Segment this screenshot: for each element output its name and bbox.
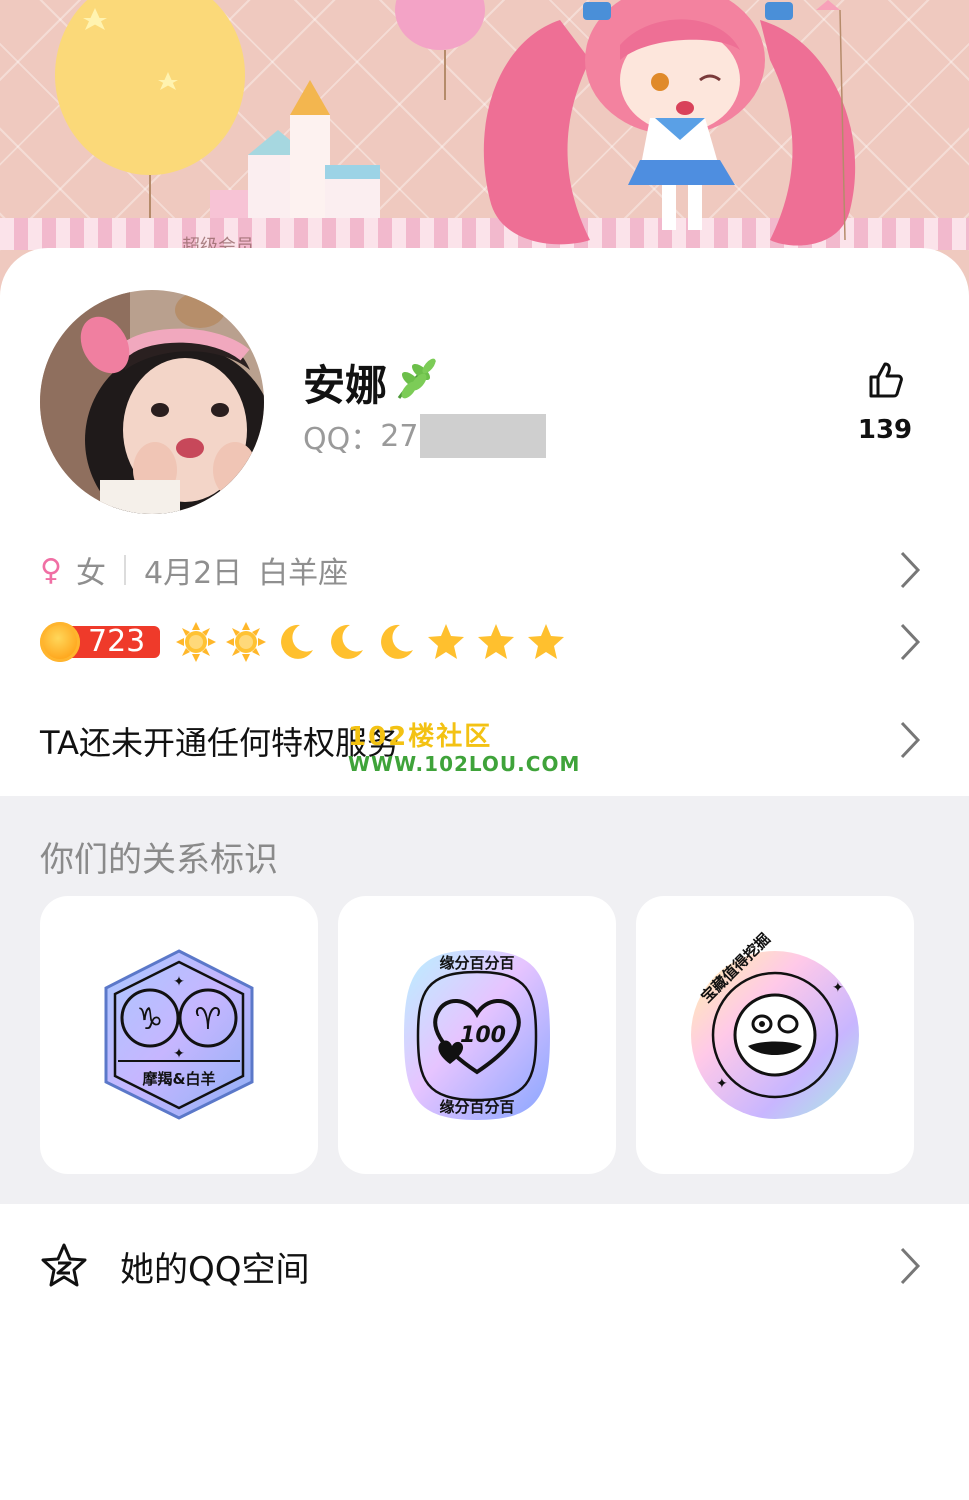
level-number: 723 (88, 624, 146, 659)
chevron-right-icon[interactable] (899, 622, 921, 662)
svg-text:✦: ✦ (173, 1046, 185, 1062)
svg-text:♈: ♈ (195, 1002, 222, 1037)
privilege-row[interactable]: TA还未开通任何特权服务 (40, 718, 399, 764)
divider (123, 555, 126, 585)
relation-badge-card[interactable]: ✦ ✦ 宝藏值得挖掘 (636, 896, 914, 1174)
avatar-photo (40, 290, 264, 514)
relation-badge-card[interactable]: 100 缘分百分百 缘分百分百 (338, 896, 616, 1174)
chevron-right-icon[interactable] (899, 720, 921, 760)
watermark: 102楼社区 WWW.102LOU.COM (348, 724, 580, 774)
svg-text:♑: ♑ (137, 1002, 164, 1037)
level-badge: 723 (40, 622, 160, 662)
qzone-star-icon (41, 1243, 87, 1287)
zodiac-badge-icon: ♑ ♈ ✦ ✦ (104, 949, 254, 1120)
sun-icon (226, 622, 266, 662)
level-icons (176, 622, 566, 662)
watermark-line2: WWW.102LOU.COM (348, 752, 581, 776)
like-button[interactable] (860, 360, 910, 404)
thumbs-up-icon (869, 362, 903, 398)
watermark-line1: 102楼社区 (348, 722, 493, 752)
qq-level-row[interactable]: 723 (40, 618, 566, 666)
svg-text:✦: ✦ (173, 974, 185, 990)
svg-text:100: 100 (460, 1023, 506, 1048)
svg-text:✦: ✦ (832, 980, 844, 996)
moon-icon (381, 624, 413, 659)
gender-text: 女 (75, 556, 106, 591)
profile-name: 安娜 (303, 352, 439, 413)
qq-number: QQ： 27 (303, 414, 547, 458)
moon-icon (331, 624, 363, 659)
leaf-icon (391, 354, 439, 412)
like-count: 139 (857, 415, 913, 445)
nickname: 安娜 (303, 361, 388, 410)
qq-label: QQ： (303, 422, 381, 457)
chevron-right-icon[interactable] (899, 550, 921, 590)
badge-label-top: 缘分百分百 (439, 954, 515, 972)
star-icon (478, 624, 514, 659)
qzone-row[interactable]: 她的QQ空间 (40, 1240, 310, 1292)
relation-badge-card[interactable]: ♑ ♈ ✦ ✦ 摩羯&白羊 (40, 896, 318, 1174)
treasure-badge-icon: ✦ ✦ (691, 951, 859, 1119)
qq-number-visible: 27 (380, 418, 419, 454)
relation-title: 你们的关系标识 (40, 840, 278, 880)
svg-text:✦: ✦ (716, 1076, 728, 1092)
badge-label-bottom: 缘分百分百 (439, 1098, 515, 1116)
qq-number-mask (420, 414, 547, 458)
birthday-text: 4月2日 (143, 556, 243, 591)
badge-label: 摩羯&白羊 (142, 1070, 216, 1088)
heart-100-badge-icon: 100 (404, 950, 550, 1120)
female-icon: ♀ (40, 552, 62, 588)
chevron-right-icon[interactable] (899, 1246, 921, 1286)
sun-icon (176, 622, 216, 662)
star-icon (528, 624, 564, 659)
star-icon (428, 624, 464, 659)
avatar[interactable] (40, 290, 264, 514)
basic-info-row[interactable]: ♀ 女 4月2日 白羊座 (40, 548, 348, 592)
zodiac-text: 白羊座 (258, 556, 349, 591)
level-coin-icon (40, 622, 80, 662)
qzone-label: 她的QQ空间 (120, 1249, 310, 1290)
moon-icon (281, 624, 313, 659)
